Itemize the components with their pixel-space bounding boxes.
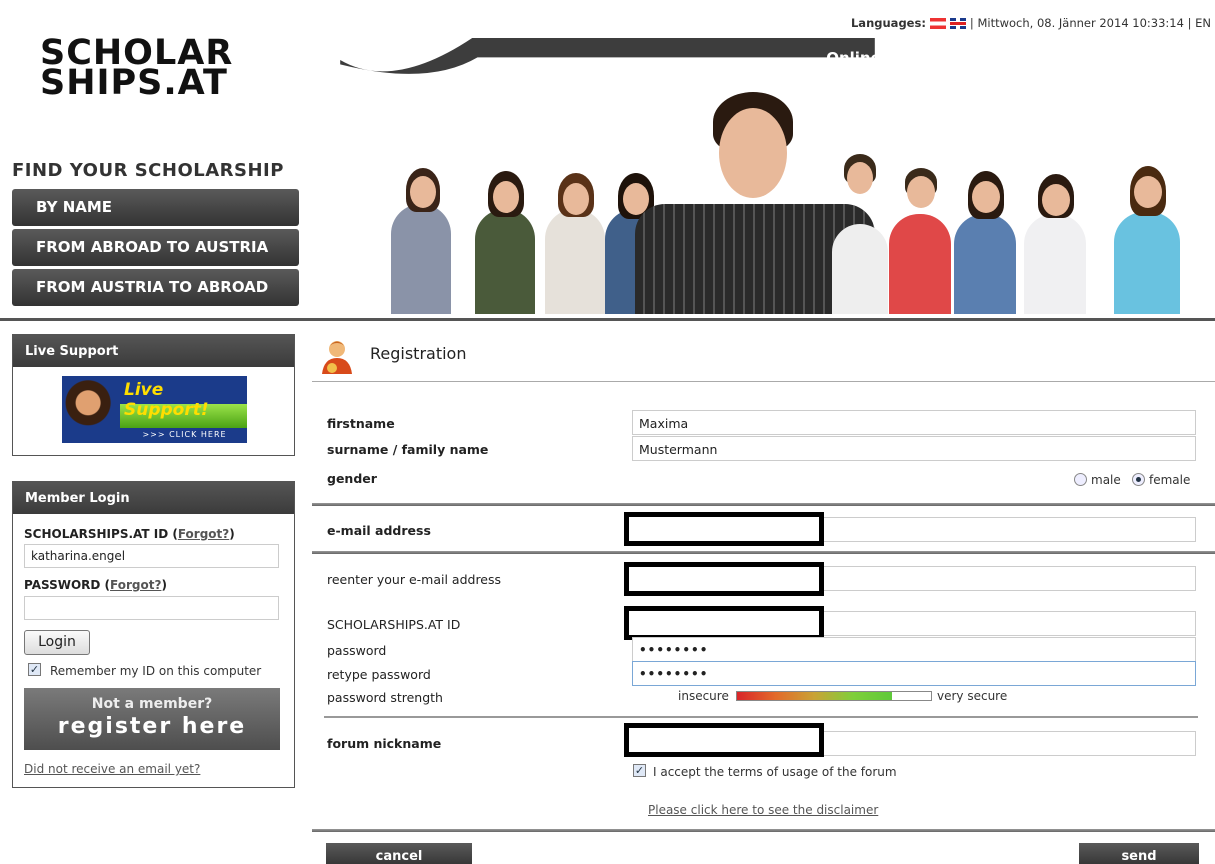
login-password-label-text: PASSWORD [24, 578, 101, 592]
password-label: password [327, 643, 387, 658]
login-id-label: SCHOLARSHIPS.AT ID (Forgot?) [24, 527, 235, 541]
registration-id-label: SCHOLARSHIPS.AT ID [327, 617, 461, 632]
login-id-label-text: SCHOLARSHIPS.AT ID [24, 527, 169, 541]
nav-online-applications[interactable]: Online Applications [826, 49, 990, 67]
gender-male-label: male [1091, 473, 1121, 487]
no-email-link[interactable]: Did not receive an email yet? [24, 762, 200, 776]
main-nav: Online Applications FAQ Tutorials [826, 49, 1189, 67]
gender-female-radio[interactable] [1132, 473, 1145, 486]
surname-label: surname / family name [327, 442, 489, 457]
password-strength-label: password strength [327, 690, 443, 705]
logo-line-2: SHIPS.AT [40, 63, 228, 103]
banner-click-here: >>> CLICK HERE [142, 430, 227, 439]
nav-faq[interactable]: FAQ [1037, 49, 1070, 67]
login-password-label: PASSWORD (Forgot?) [24, 578, 167, 592]
register-button[interactable]: Not a member? register here [24, 688, 280, 750]
firstname-input[interactable]: Maxima [632, 410, 1196, 435]
gender-female-label: female [1149, 473, 1191, 487]
email-label: e-mail address [327, 523, 431, 538]
firstname-label: firstname [327, 416, 395, 431]
terms-label: I accept the terms of usage of the forum [653, 765, 897, 779]
language-bar: Languages: | Mittwoch, 08. Jänner 2014 1… [851, 16, 1211, 30]
abroad-to-austria-button[interactable]: FROM ABROAD TO AUSTRIA [12, 229, 299, 266]
member-login-header: Member Login [13, 482, 294, 514]
send-button[interactable]: send [1079, 843, 1199, 864]
divider [312, 829, 1215, 832]
forgot-password-link[interactable]: Forgot? [110, 578, 161, 592]
disclaimer-link[interactable]: Please click here to see the disclaimer [648, 803, 878, 817]
date-display: | Mittwoch, 08. Jänner 2014 10:33:14 | E… [969, 16, 1211, 30]
live-support-banner[interactable]: Live Support! >>> CLICK HERE [62, 376, 247, 443]
remember-checkbox[interactable]: ✓ [28, 663, 41, 676]
austria-to-abroad-button[interactable]: FROM AUSTRIA TO ABROAD [12, 269, 299, 306]
not-member-text: Not a member? [91, 696, 213, 712]
password-strength-fill [737, 692, 893, 700]
strength-secure-label: very secure [937, 689, 1008, 703]
reenter-email-label: reenter your e-mail address [327, 572, 502, 587]
banner-title: Live Support! [124, 380, 209, 420]
registration-title: Registration [370, 344, 467, 363]
login-button[interactable]: Login [24, 630, 90, 655]
redaction-box [624, 562, 824, 596]
divider [312, 381, 1215, 382]
redaction-box [624, 512, 824, 546]
retype-password-label: retype password [327, 667, 431, 682]
surname-input[interactable]: Mustermann [632, 436, 1196, 461]
login-password-input[interactable] [24, 596, 279, 620]
by-name-button[interactable]: BY NAME [12, 189, 299, 226]
remember-label: Remember my ID on this computer [50, 664, 262, 678]
hero-students-image [380, 82, 1200, 314]
cancel-button[interactable]: cancel [326, 843, 472, 864]
strength-insecure-label: insecure [678, 689, 729, 703]
divider [312, 503, 1215, 506]
forum-nickname-label: forum nickname [327, 736, 442, 751]
login-id-input[interactable]: katharina.engel [24, 544, 279, 568]
live-support-header: Live Support [13, 335, 294, 367]
uk-flag-icon[interactable] [949, 17, 966, 29]
user-icon [322, 341, 352, 374]
divider [324, 716, 1198, 718]
password-input[interactable]: •••••••• [632, 637, 1196, 662]
password-strength-meter [736, 691, 932, 701]
terms-checkbox[interactable]: ✓ [633, 764, 646, 777]
austria-flag-icon[interactable] [929, 17, 946, 29]
divider [312, 551, 1215, 554]
register-here-text: register here [57, 714, 247, 739]
retype-password-input[interactable]: •••••••• [632, 661, 1196, 686]
redaction-box [624, 723, 824, 757]
site-logo[interactable]: SCHOLAR SHIPS.AT [40, 36, 233, 103]
hero-divider [0, 318, 1215, 321]
redaction-box [624, 606, 824, 640]
find-scholarship-title: FIND YOUR SCHOLARSHIP [12, 160, 284, 181]
languages-label: Languages: [850, 16, 926, 30]
support-agent-icon [62, 376, 120, 443]
gender-male-radio[interactable] [1074, 473, 1087, 486]
gender-label: gender [327, 471, 377, 486]
forgot-id-link[interactable]: Forgot? [178, 527, 229, 541]
nav-tutorials[interactable]: Tutorials [1116, 49, 1189, 67]
